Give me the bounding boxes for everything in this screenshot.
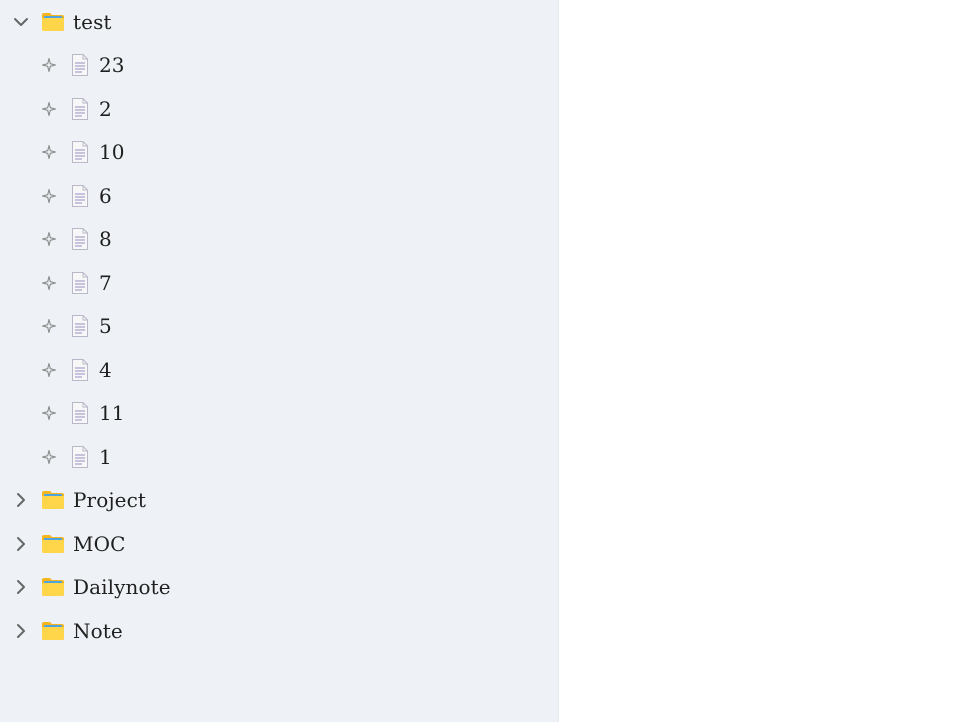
file-row[interactable]: 8 (0, 219, 559, 259)
folder-label: MOC (73, 531, 126, 556)
file-row[interactable]: 1 (0, 437, 559, 477)
file-label: 1 (99, 444, 112, 469)
sparkle-icon[interactable] (41, 57, 57, 73)
folder-icon (41, 532, 65, 556)
sparkle-icon[interactable] (41, 275, 57, 291)
file-icon (70, 140, 90, 164)
file-icon (70, 53, 90, 77)
file-label: 5 (99, 314, 112, 338)
chevron-right-icon[interactable] (13, 492, 29, 508)
chevron-right-icon[interactable] (13, 623, 29, 639)
sparkle-icon[interactable] (41, 101, 57, 117)
folder-row-dailynote[interactable]: Dailynote (0, 567, 559, 607)
chevron-down-icon[interactable] (13, 14, 29, 30)
file-label: 11 (99, 401, 125, 425)
file-row[interactable]: 11 (0, 393, 559, 433)
file-row[interactable]: 7 (0, 263, 559, 303)
folder-label: test (73, 10, 112, 34)
sparkle-icon[interactable] (41, 188, 57, 204)
file-label: 6 (99, 183, 112, 208)
folder-icon (41, 10, 65, 34)
file-row[interactable]: 10 (0, 132, 559, 172)
file-icon (70, 184, 90, 208)
file-label: 7 (99, 270, 112, 295)
file-label: 4 (99, 357, 112, 382)
folder-label: Note (73, 618, 123, 643)
sparkle-icon[interactable] (41, 449, 57, 465)
file-row[interactable]: 4 (0, 350, 559, 390)
folder-icon (41, 488, 65, 512)
file-label: 10 (99, 140, 125, 164)
file-row[interactable]: 6 (0, 176, 559, 216)
folder-row-note[interactable]: Note (0, 611, 559, 651)
folder-icon (41, 575, 65, 599)
file-icon (70, 358, 90, 382)
file-icon (70, 227, 90, 251)
file-icon (70, 97, 90, 121)
file-icon (70, 314, 90, 338)
folder-label: Project (73, 488, 147, 512)
folder-row-test[interactable]: test (0, 2, 559, 42)
folder-icon (41, 619, 65, 643)
file-label: 23 (99, 53, 125, 77)
sparkle-icon[interactable] (41, 362, 57, 378)
file-row[interactable]: 5 (0, 306, 559, 346)
file-icon (70, 271, 90, 295)
main-content-area (560, 0, 956, 722)
chevron-right-icon[interactable] (13, 579, 29, 595)
file-icon (70, 401, 90, 425)
sparkle-icon[interactable] (41, 231, 57, 247)
file-label: 2 (99, 96, 112, 121)
file-icon (70, 445, 90, 469)
sparkle-icon[interactable] (41, 144, 57, 160)
file-label: 8 (99, 227, 112, 251)
folder-label: Dailynote (73, 575, 171, 599)
chevron-right-icon[interactable] (13, 536, 29, 552)
sparkle-icon[interactable] (41, 405, 57, 421)
file-row[interactable]: 23 (0, 45, 559, 85)
folder-row-project[interactable]: Project (0, 480, 559, 520)
folder-row-moc[interactable]: MOC (0, 524, 559, 564)
file-row[interactable]: 2 (0, 89, 559, 129)
file-explorer-sidebar: test 23 2 10 6 8 7 5 4 11 1 Project MOC Dailynote No… (0, 0, 559, 722)
sparkle-icon[interactable] (41, 318, 57, 334)
